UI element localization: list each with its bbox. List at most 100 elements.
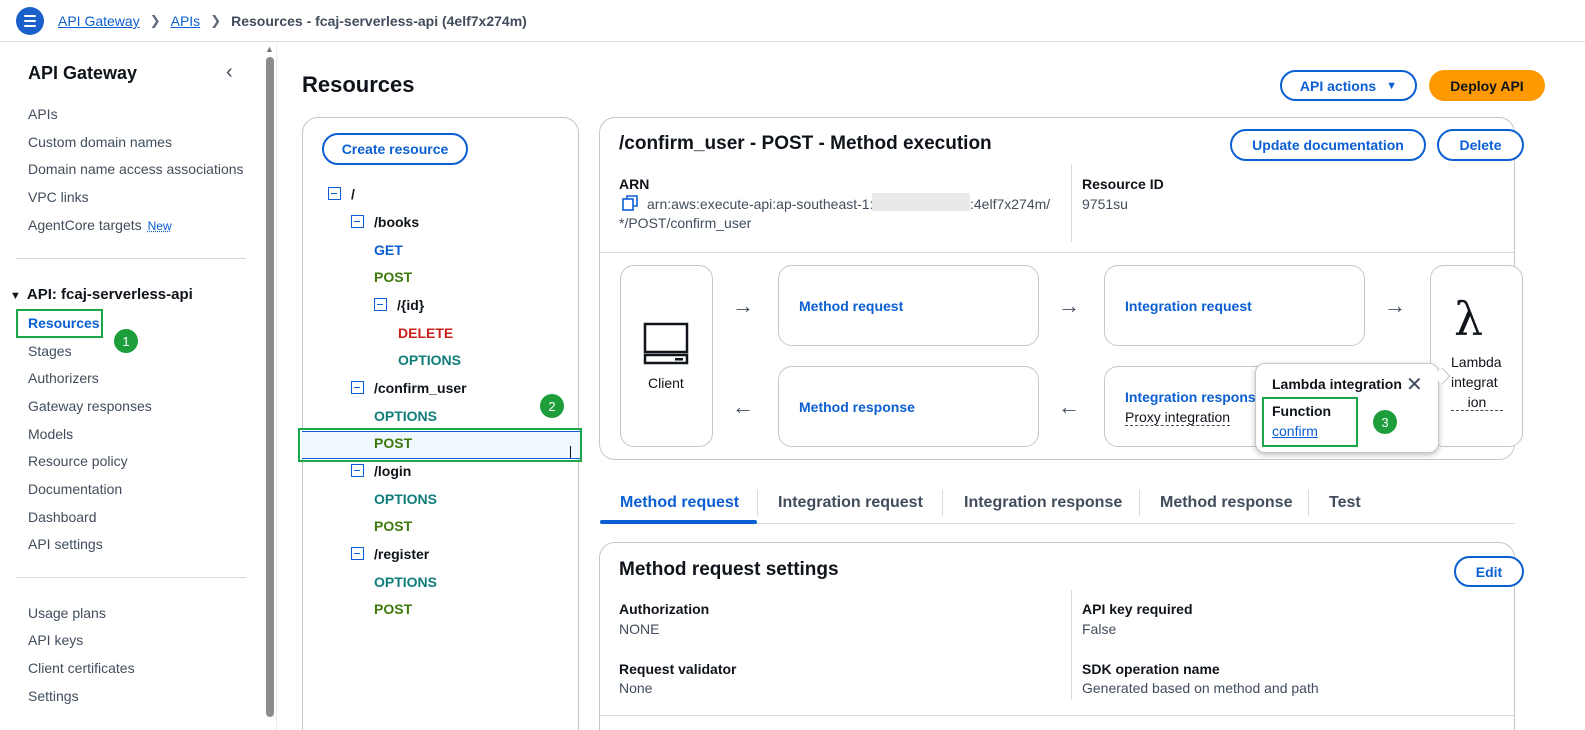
tab-method-response[interactable]: Method response bbox=[1160, 494, 1292, 512]
close-icon[interactable]: ✕ bbox=[1406, 372, 1423, 397]
arn-value-part2: :4elf7x274m/ bbox=[970, 196, 1051, 212]
api-group-header[interactable]: ▼ API: fcaj-serverless-api bbox=[10, 286, 193, 303]
sidebar-item-custom-domain-names[interactable]: Custom domain names bbox=[28, 134, 172, 150]
collapse-tree-icon[interactable] bbox=[374, 298, 387, 311]
proxy-integration-label[interactable]: Proxy integration bbox=[1125, 409, 1231, 426]
caret-down-icon: ▼ bbox=[1386, 79, 1398, 92]
chevron-right-icon: ❯ bbox=[210, 13, 222, 28]
redacted-account-id bbox=[872, 193, 970, 211]
client-computer-icon bbox=[643, 322, 689, 365]
tab-integration-request[interactable]: Integration request bbox=[778, 494, 923, 512]
sidebar-item-api-settings[interactable]: API settings bbox=[28, 536, 103, 552]
tab-test[interactable]: Test bbox=[1329, 494, 1361, 512]
sdk-operation-label: SDK operation name bbox=[1082, 661, 1220, 677]
tree-method-id-delete[interactable]: DELETE bbox=[398, 325, 453, 341]
sidebar-item-domain-name-access[interactable]: Domain name access associations bbox=[28, 161, 244, 177]
create-resource-button[interactable]: Create resource bbox=[322, 133, 468, 165]
breadcrumb: API Gateway ❯ APIs ❯ Resources - fcaj-se… bbox=[58, 13, 527, 29]
resource-id-label: Resource ID bbox=[1082, 176, 1164, 192]
tree-item-root[interactable]: / bbox=[328, 186, 355, 202]
scrollbar-thumb[interactable] bbox=[266, 57, 274, 717]
collapse-tree-icon[interactable] bbox=[351, 381, 364, 394]
breadcrumb-apis[interactable]: APIs bbox=[171, 13, 201, 29]
tree-item-register[interactable]: /register bbox=[351, 546, 429, 562]
new-badge[interactable]: New bbox=[148, 219, 172, 233]
edit-button[interactable]: Edit bbox=[1454, 556, 1524, 587]
tree-item-label: /books bbox=[374, 214, 420, 230]
sidebar-title: API Gateway bbox=[28, 63, 138, 83]
collapse-tree-icon[interactable] bbox=[328, 187, 341, 200]
tree-method-books-get[interactable]: GET bbox=[374, 242, 403, 258]
api-actions-button[interactable]: API actions ▼ bbox=[1280, 70, 1417, 101]
chevron-right-icon: ❯ bbox=[149, 13, 161, 28]
divider bbox=[600, 715, 1514, 716]
annotation-badge-2: 2 bbox=[540, 394, 564, 418]
highlight-box-post bbox=[298, 428, 582, 462]
sidebar-item-stages[interactable]: Stages bbox=[28, 343, 72, 359]
tree-method-register-options[interactable]: OPTIONS bbox=[374, 574, 437, 590]
sidebar-item-client-certificates[interactable]: Client certificates bbox=[28, 660, 135, 676]
tree-item-label: / bbox=[351, 186, 355, 202]
integration-response-link[interactable]: Integration respons bbox=[1125, 389, 1256, 405]
arrow-right-icon: → bbox=[1384, 293, 1406, 318]
method-response-link[interactable]: Method response bbox=[799, 399, 915, 415]
scroll-up-icon[interactable]: ▲ bbox=[265, 44, 274, 54]
sidebar-item-models[interactable]: Models bbox=[28, 426, 73, 442]
api-actions-label: API actions bbox=[1299, 77, 1377, 94]
sidebar-scrollbar[interactable]: ▲ bbox=[263, 43, 277, 730]
collapse-icon[interactable]: ‹ bbox=[226, 61, 233, 84]
sidebar-item-agentcore-targets[interactable]: AgentCore targets New bbox=[28, 217, 172, 233]
lambda-label-line1: Lambda bbox=[1451, 354, 1502, 370]
tree-item-confirm-user[interactable]: /confirm_user bbox=[351, 380, 467, 396]
sidebar-item-resource-policy[interactable]: Resource policy bbox=[28, 453, 128, 469]
tree-method-register-post[interactable]: POST bbox=[374, 601, 412, 617]
tab-method-request[interactable]: Method request bbox=[620, 494, 739, 512]
annotation-badge-1: 1 bbox=[114, 329, 138, 353]
menu-icon[interactable] bbox=[16, 7, 44, 35]
sidebar-item-authorizers[interactable]: Authorizers bbox=[28, 370, 99, 386]
tree-method-confirm-options[interactable]: OPTIONS bbox=[374, 408, 437, 424]
sidebar: API Gateway ‹ APIs Custom domain names D… bbox=[0, 43, 262, 730]
arrow-left-icon: ← bbox=[732, 394, 754, 419]
method-execution-title: /confirm_user - POST - Method execution bbox=[619, 133, 992, 154]
sidebar-item-api-keys[interactable]: API keys bbox=[28, 632, 83, 648]
delete-button[interactable]: Delete bbox=[1437, 129, 1524, 161]
sidebar-item-usage-plans[interactable]: Usage plans bbox=[28, 605, 106, 621]
copy-icon[interactable] bbox=[622, 195, 638, 211]
sidebar-item-apis[interactable]: APIs bbox=[28, 106, 58, 122]
divider bbox=[1071, 590, 1072, 700]
integration-request-link[interactable]: Integration request bbox=[1125, 298, 1252, 314]
tree-method-login-post[interactable]: POST bbox=[374, 518, 412, 534]
arrow-right-icon: → bbox=[1058, 293, 1080, 318]
deploy-api-button[interactable]: Deploy API bbox=[1429, 70, 1545, 101]
tree-item-books[interactable]: /books bbox=[351, 214, 419, 230]
sidebar-item-vpc-links[interactable]: VPC links bbox=[28, 189, 89, 205]
arn-value-line2: */POST/confirm_user bbox=[619, 215, 752, 231]
sidebar-item-gateway-responses[interactable]: Gateway responses bbox=[28, 398, 152, 414]
arn-value-part1: arn:aws:execute-api:ap-southeast-1: bbox=[647, 196, 874, 212]
update-documentation-button[interactable]: Update documentation bbox=[1230, 129, 1426, 161]
request-validator-value: None bbox=[619, 680, 653, 696]
breadcrumb-api-gateway[interactable]: API Gateway bbox=[58, 13, 140, 29]
client-label: Client bbox=[648, 375, 684, 391]
tree-item-login[interactable]: /login bbox=[351, 463, 411, 479]
tree-method-books-post[interactable]: POST bbox=[374, 269, 412, 285]
sidebar-item-documentation[interactable]: Documentation bbox=[28, 481, 122, 497]
sidebar-item-dashboard[interactable]: Dashboard bbox=[28, 509, 97, 525]
authorization-label: Authorization bbox=[619, 601, 710, 617]
tab-integration-response[interactable]: Integration response bbox=[964, 494, 1122, 512]
method-request-link[interactable]: Method request bbox=[799, 298, 903, 314]
sidebar-item-settings[interactable]: Settings bbox=[28, 688, 79, 704]
collapse-tree-icon[interactable] bbox=[351, 215, 364, 228]
collapse-tree-icon[interactable] bbox=[351, 547, 364, 560]
tree-method-id-options[interactable]: OPTIONS bbox=[398, 352, 461, 368]
divider bbox=[16, 577, 246, 578]
highlight-box-resources bbox=[16, 309, 103, 338]
arrow-left-icon: ← bbox=[1058, 394, 1080, 419]
tree-method-login-options[interactable]: OPTIONS bbox=[374, 491, 437, 507]
breadcrumb-current: Resources - fcaj-serverless-api (4elf7x2… bbox=[231, 13, 527, 29]
api-group-title: API: fcaj-serverless-api bbox=[26, 286, 193, 303]
tree-item-id[interactable]: /{id} bbox=[374, 297, 424, 313]
divider bbox=[1071, 164, 1072, 242]
collapse-tree-icon[interactable] bbox=[351, 464, 364, 477]
